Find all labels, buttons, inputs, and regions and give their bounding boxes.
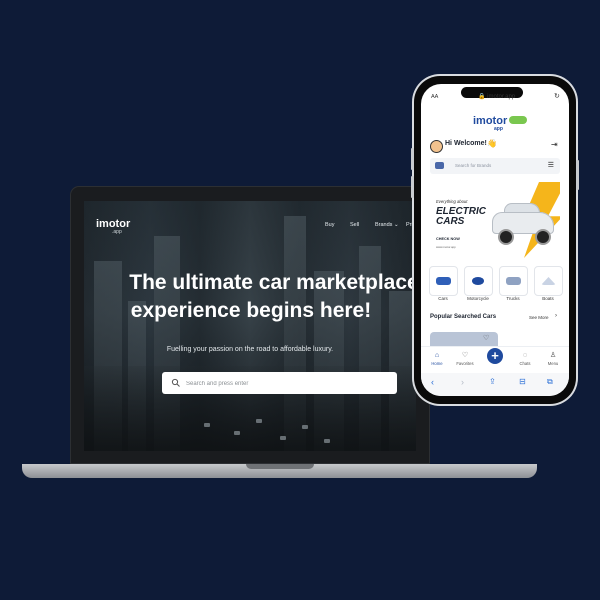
mobile-app: AA 🔒 imotor.app ↻ imotor app Hi Welcome!… (421, 84, 569, 396)
hero-search-input[interactable] (184, 372, 388, 396)
reload-icon[interactable]: ↻ (554, 92, 560, 100)
address-bar[interactable]: 🔒 imotor.app (478, 93, 515, 100)
nav-sell[interactable]: Sell (350, 222, 359, 228)
tab-label: Chats (519, 361, 531, 366)
category-boats[interactable] (534, 266, 563, 296)
car-wheel (498, 229, 514, 245)
banner-fineprint: www.imotor.app (436, 245, 456, 249)
banner-kicker: Everything about (436, 199, 468, 204)
car-icon (436, 277, 451, 285)
wave-icon: 👋 (487, 139, 497, 148)
greeting: Hi Welcome! (445, 140, 487, 147)
category-label-boats: Boats (542, 296, 554, 301)
banner-cta[interactable]: CHECK NOW (436, 237, 460, 241)
bookmarks-icon[interactable]: ⊟ (519, 377, 526, 386)
brand-search-placeholder[interactable]: Search for Brands (455, 163, 491, 168)
truck-icon (506, 277, 521, 285)
laptop-notch (246, 464, 314, 469)
boat-icon (541, 277, 556, 285)
tab-chats[interactable]: ◌ Chats (513, 352, 537, 366)
lock-icon: 🔒 (478, 94, 486, 100)
tab-favorites[interactable]: ♡ Favorites (453, 352, 477, 366)
user-icon: ♙ (549, 352, 557, 359)
forward-icon[interactable]: › (461, 377, 464, 387)
chevron-right-icon[interactable]: › (555, 313, 557, 319)
hero-title-line-1: The ultimate car marketplace (129, 271, 416, 294)
tab-home[interactable]: ⌂ Home (425, 352, 449, 366)
category-trucks[interactable] (499, 266, 528, 296)
volume-button (411, 148, 414, 170)
car-icon (435, 162, 444, 169)
share-icon[interactable]: ⇪ (489, 377, 496, 386)
favorite-heart-icon[interactable]: ♡ (483, 334, 489, 342)
see-more-link[interactable]: See More (529, 315, 549, 320)
reader-mode-button[interactable]: AA (431, 94, 438, 100)
category-label-motorcycle: Motorcycle (467, 296, 489, 301)
brand-search-bar[interactable]: Search for Brands ☰ (430, 158, 560, 174)
nav-brands[interactable]: Brands ⌄ (375, 222, 399, 228)
add-listing-button[interactable]: + (487, 348, 503, 364)
category-label-cars: Cars (438, 296, 448, 301)
app-logo-sub: app (494, 126, 503, 132)
hero-search-box[interactable] (162, 372, 397, 396)
search-icon (171, 378, 180, 387)
address-url: imotor.app (487, 94, 516, 100)
category-cars[interactable] (429, 266, 458, 296)
tab-label: Home (431, 361, 443, 366)
hero-title: The ultimate car marketplace experience … (84, 269, 416, 325)
desktop-site: imotor .app Buy Sell Brands ⌄ Pric The u… (84, 201, 416, 451)
hero-subtitle: Fuelling your passion on the road to aff… (166, 346, 334, 353)
tabs-icon[interactable]: ⧉ (547, 377, 553, 387)
volume-button (411, 176, 414, 198)
browser-toolbar: ‹ › ⇪ ⊟ ⧉ (421, 373, 569, 396)
power-button (576, 160, 579, 190)
home-icon: ⌂ (434, 352, 440, 359)
banner-headline: ELECTRIC CARS (436, 206, 486, 227)
category-label-trucks: Trucks (506, 296, 520, 301)
chat-icon: ◌ (522, 352, 528, 359)
promo-banner[interactable]: Everything about ELECTRIC CARS CHECK NOW… (430, 182, 560, 258)
heart-icon: ♡ (461, 352, 469, 359)
car-wheel (535, 229, 551, 245)
avatar[interactable] (430, 140, 443, 153)
tab-menu[interactable]: ♙ Menu (541, 352, 565, 366)
logo-car-badge (509, 116, 527, 124)
motorcycle-icon (472, 277, 484, 285)
tab-label: Favorites (456, 361, 474, 366)
category-motorcycle[interactable] (464, 266, 493, 296)
logout-icon[interactable]: ⇥ (551, 140, 558, 149)
site-logo-sub: .app (112, 229, 122, 235)
filter-icon[interactable]: ☰ (548, 161, 554, 169)
section-title: Popular Searched Cars (430, 314, 497, 320)
tab-label: Menu (547, 361, 559, 366)
nav-buy[interactable]: Buy (325, 222, 334, 228)
back-icon[interactable]: ‹ (431, 377, 434, 387)
hero-title-line-2: experience begins here! (130, 299, 372, 322)
